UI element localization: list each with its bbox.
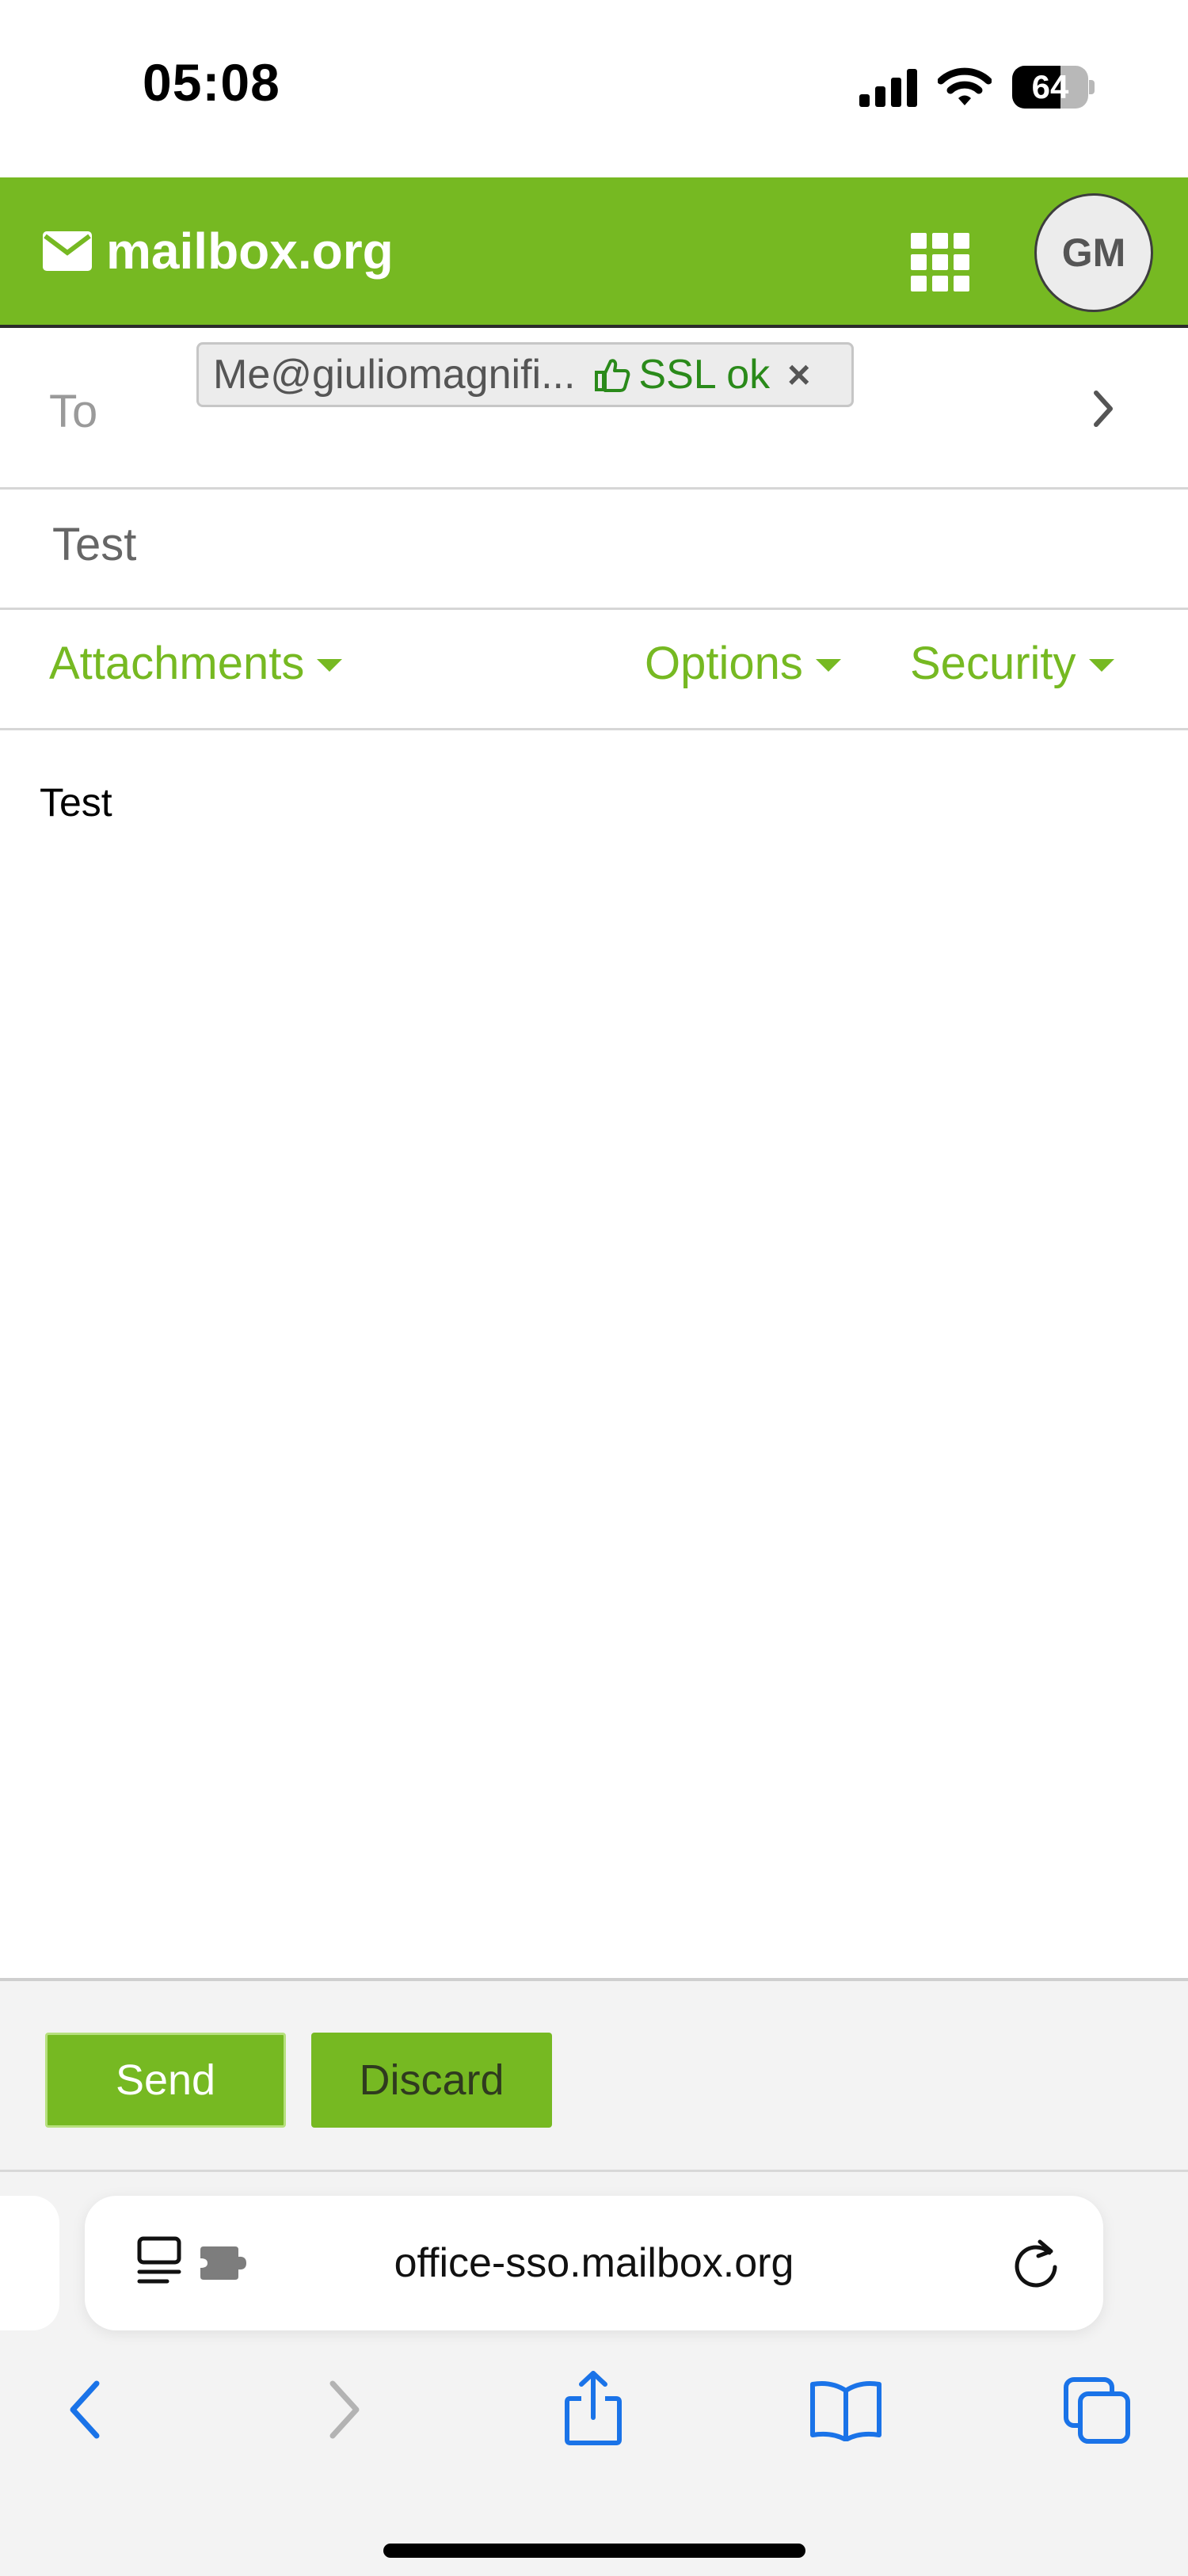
message-body-text: Test bbox=[40, 780, 112, 825]
brand-logo[interactable]: mailbox.org bbox=[43, 222, 394, 280]
recipient-address: Me@giuliomagnifi... bbox=[213, 352, 576, 398]
forward-icon[interactable] bbox=[320, 2374, 367, 2445]
browser-chrome: office-sso.mailbox.org bbox=[0, 2172, 1188, 2576]
security-menu-label: Security bbox=[910, 638, 1076, 689]
address-bar[interactable]: office-sso.mailbox.org bbox=[85, 2196, 1103, 2330]
message-body-editor[interactable]: Test bbox=[0, 730, 1188, 1978]
chevron-right-icon[interactable] bbox=[1090, 387, 1117, 431]
to-field[interactable]: To Me@giuliomagnifi... SSL ok × bbox=[0, 331, 1188, 490]
tabs-icon[interactable] bbox=[1061, 2375, 1133, 2446]
to-label: To bbox=[49, 386, 98, 437]
reload-icon[interactable] bbox=[1008, 2235, 1064, 2291]
wifi-icon bbox=[938, 67, 992, 105]
status-icons: 64 bbox=[859, 63, 1095, 111]
subject-value: Test bbox=[52, 519, 137, 570]
caret-down-icon bbox=[1088, 658, 1114, 672]
options-menu[interactable]: Options bbox=[645, 637, 841, 690]
avatar[interactable]: GM bbox=[1034, 193, 1153, 312]
ssl-status: SSL ok bbox=[594, 351, 770, 398]
options-menu-label: Options bbox=[645, 638, 803, 689]
ssl-status-label: SSL ok bbox=[638, 352, 771, 398]
brand-name: mailbox.org bbox=[106, 223, 394, 280]
battery-percent: 64 bbox=[1031, 68, 1069, 105]
discard-button[interactable]: Discard bbox=[311, 2033, 552, 2128]
app-header: mailbox.org GM bbox=[0, 177, 1188, 328]
back-icon[interactable] bbox=[62, 2374, 109, 2445]
status-bar: 05:08 64 bbox=[0, 0, 1188, 177]
subject-field[interactable]: Test bbox=[0, 490, 1188, 610]
app-grid-icon[interactable] bbox=[911, 233, 969, 292]
cellular-signal-icon bbox=[859, 67, 917, 107]
bookmarks-icon[interactable] bbox=[808, 2380, 884, 2441]
attachments-menu[interactable]: Attachments bbox=[49, 637, 343, 690]
envelope-icon bbox=[43, 231, 92, 271]
compose-menu-bar: Attachments Options Security bbox=[0, 610, 1188, 730]
recipient-token[interactable]: Me@giuliomagnifi... SSL ok × bbox=[196, 342, 854, 407]
caret-down-icon bbox=[815, 658, 841, 672]
send-button[interactable]: Send bbox=[45, 2033, 286, 2128]
home-indicator[interactable] bbox=[383, 2544, 805, 2558]
url-text: office-sso.mailbox.org bbox=[394, 2240, 794, 2286]
thumbs-up-icon bbox=[595, 359, 630, 392]
attachments-menu-label: Attachments bbox=[49, 638, 305, 689]
close-icon[interactable]: × bbox=[787, 352, 810, 398]
status-time: 05:08 bbox=[143, 53, 280, 112]
caret-down-icon bbox=[317, 658, 343, 672]
battery-icon: 64 bbox=[1012, 66, 1095, 109]
previous-tab-peek[interactable] bbox=[0, 2196, 59, 2330]
share-icon[interactable] bbox=[559, 2368, 627, 2448]
security-menu[interactable]: Security bbox=[910, 637, 1114, 690]
compose-footer: Send Discard bbox=[0, 1978, 1188, 2172]
